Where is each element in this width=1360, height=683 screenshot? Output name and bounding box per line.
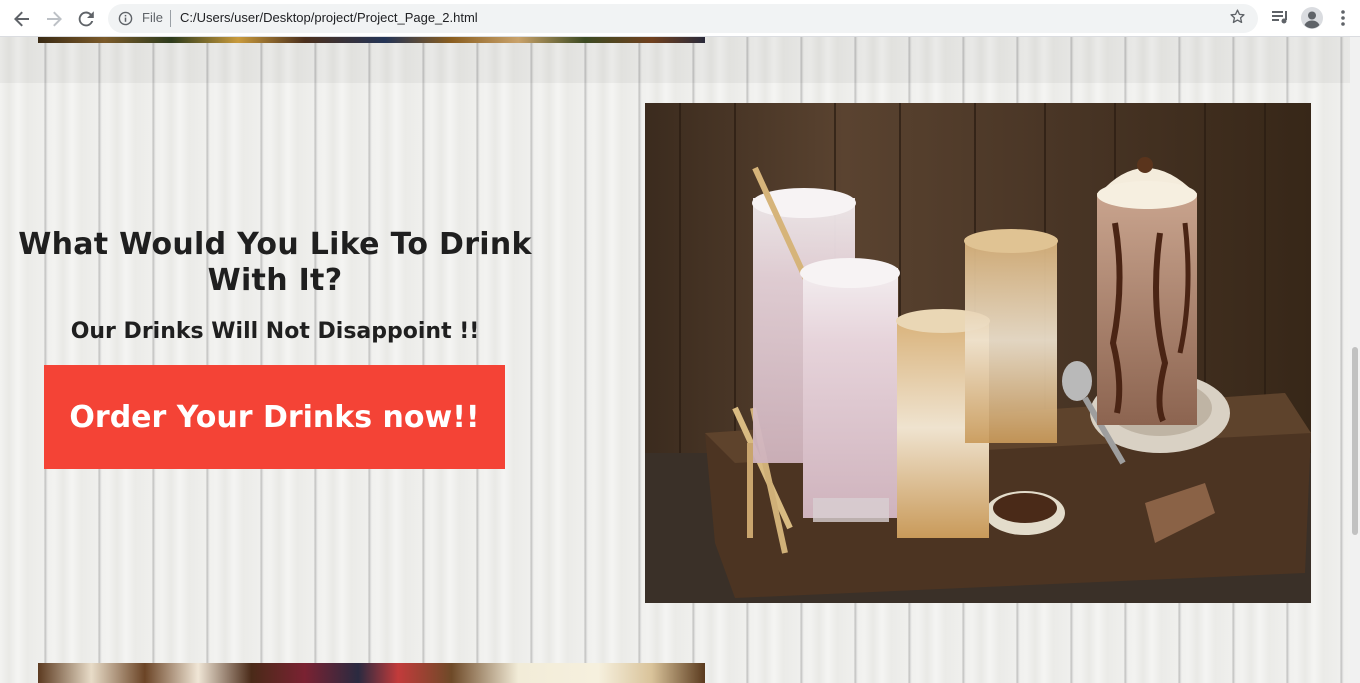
page-viewport: What Would You Like To Drink With It? Ou… bbox=[0, 37, 1350, 683]
reload-button[interactable] bbox=[75, 8, 97, 30]
arrow-left-icon bbox=[14, 11, 29, 27]
browser-toolbar: File C:/Users/user/Desktop/project/Proje… bbox=[0, 0, 1360, 37]
url-divider bbox=[170, 10, 171, 27]
playlist-icon bbox=[1272, 11, 1287, 24]
drinks-illustration bbox=[645, 103, 1311, 603]
star-icon bbox=[1230, 9, 1245, 24]
url-text[interactable]: C:/Users/user/Desktop/project/Project_Pa… bbox=[180, 10, 478, 25]
drinks-photo bbox=[645, 103, 1311, 603]
media-control-button[interactable] bbox=[1270, 7, 1290, 31]
bookmark-button[interactable] bbox=[1229, 8, 1246, 29]
previous-section-band bbox=[0, 37, 1350, 83]
avatar-icon bbox=[1301, 7, 1323, 29]
section-subheadline: Our Drinks Will Not Disappoint !! bbox=[70, 319, 480, 344]
kebab-menu-icon bbox=[1341, 10, 1345, 26]
info-circle-icon bbox=[118, 11, 133, 26]
profile-button[interactable] bbox=[1300, 6, 1324, 34]
section-headline: What Would You Like To Drink With It? bbox=[18, 227, 532, 298]
browser-menu-button[interactable] bbox=[1336, 9, 1350, 31]
food-photo-partial-bottom bbox=[38, 663, 705, 683]
vertical-scrollbar[interactable] bbox=[1350, 37, 1360, 683]
order-drinks-button[interactable]: Order Your Drinks now!! bbox=[44, 365, 505, 469]
site-info-button[interactable] bbox=[118, 11, 133, 30]
reload-icon bbox=[78, 11, 94, 27]
food-photo-partial-top bbox=[38, 37, 705, 43]
back-button[interactable] bbox=[11, 8, 33, 30]
scrollbar-thumb[interactable] bbox=[1352, 347, 1358, 535]
arrow-right-icon bbox=[47, 11, 62, 27]
url-scheme-label: File bbox=[142, 10, 163, 25]
forward-button[interactable] bbox=[43, 8, 65, 30]
address-bar[interactable]: File C:/Users/user/Desktop/project/Proje… bbox=[108, 4, 1258, 33]
